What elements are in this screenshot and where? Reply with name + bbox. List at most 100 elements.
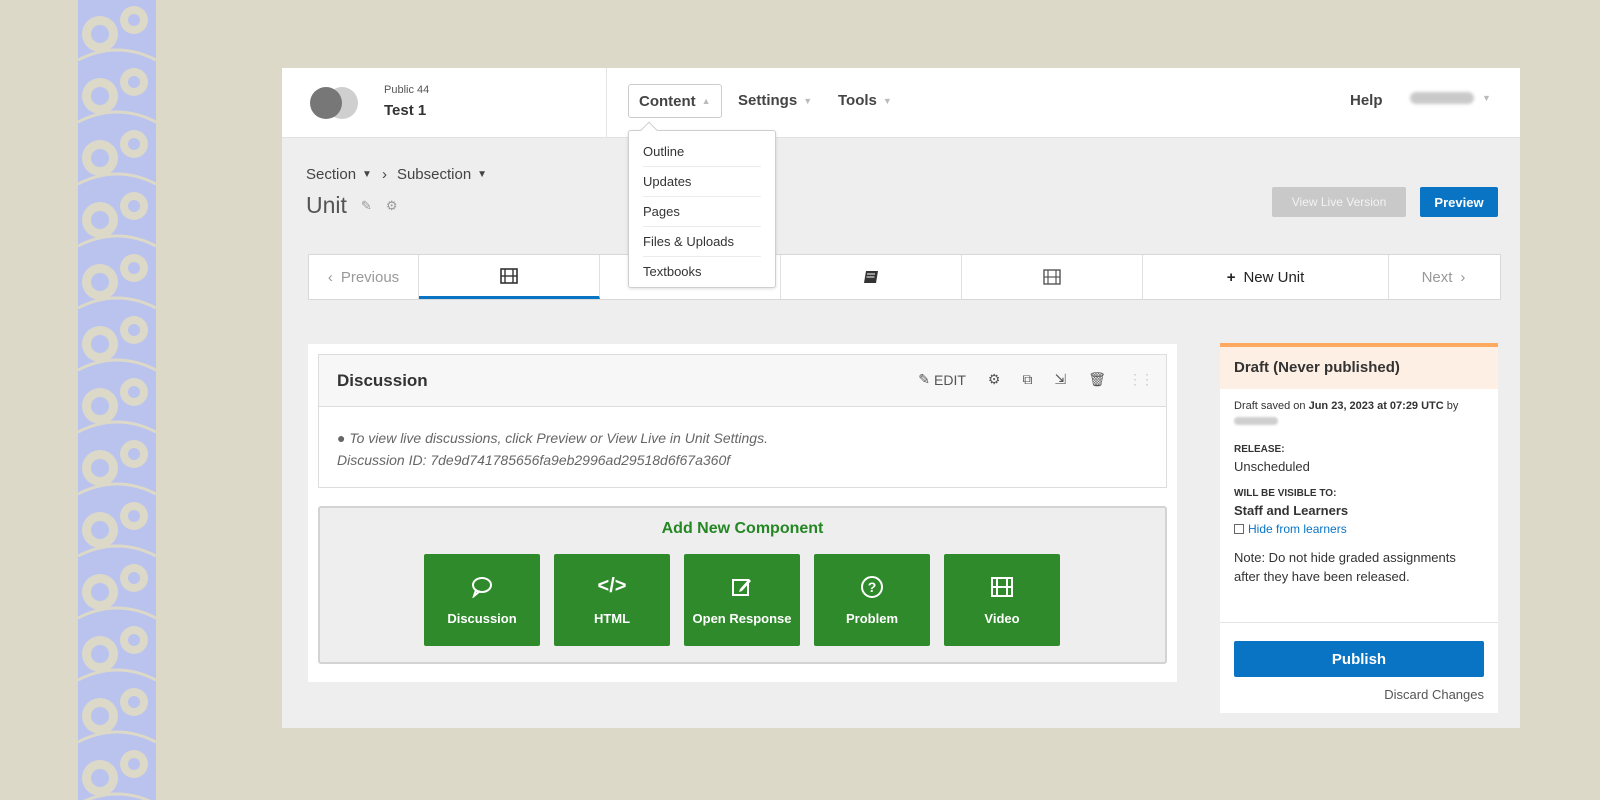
unit-sequence-nav: ‹ Previous + New Unit Next › [308, 254, 1501, 300]
publish-status-title: Draft (Never published) [1220, 347, 1498, 389]
sidebar-divider [1220, 622, 1498, 623]
speech-bubble-icon [471, 575, 493, 599]
gear-icon[interactable]: ⚙ [988, 371, 1001, 388]
course-org: Public 44 [384, 84, 430, 96]
breadcrumb-separator-icon: › [381, 166, 387, 183]
book-icon [864, 271, 878, 283]
view-live-button[interactable]: View Live Version [1272, 187, 1406, 217]
hide-from-learners-label: Hide from learners [1248, 522, 1347, 536]
pencil-icon[interactable]: ✎ [361, 198, 372, 214]
breadcrumb-section[interactable]: Section ▼ [306, 166, 372, 183]
page-title: Unit ✎ ⚙ [306, 192, 397, 219]
component-header: Discussion ✎ EDIT ⚙ ⧉ ⇲ 🗑 ⋮⋮ [319, 355, 1166, 407]
nav-tools-label: Tools [838, 92, 877, 109]
nav-content-label: Content [639, 92, 696, 110]
checkbox-icon [1234, 524, 1244, 534]
publish-status-sidebar: Draft (Never published) Draft saved on J… [1220, 343, 1498, 713]
nav-tools-menu[interactable]: Tools ▼ [838, 92, 892, 109]
add-html-label: HTML [593, 610, 631, 626]
component-body: ● To view live discussions, click Previe… [319, 407, 1166, 491]
top-header: Public 44 Test 1 Content ▲ Settings ▼ To… [282, 68, 1520, 288]
unit-content-panel: Discussion ✎ EDIT ⚙ ⧉ ⇲ 🗑 ⋮⋮ ● To view l… [308, 344, 1177, 682]
add-video-label: Video [984, 610, 1020, 626]
chevron-left-icon: ‹ [327, 268, 333, 286]
previous-label: Previous [340, 268, 400, 286]
comment-icon: ● [337, 430, 346, 446]
add-open-response-label: Open Response [692, 610, 792, 626]
chevron-down-icon: ▼ [1482, 93, 1491, 103]
nav-settings-label: Settings [738, 92, 798, 109]
sequence-tab-book[interactable] [781, 255, 962, 299]
discussion-component: Discussion ✎ EDIT ⚙ ⧉ ⇲ 🗑 ⋮⋮ ● To view l… [318, 354, 1167, 488]
nav-help-link[interactable]: Help [1350, 92, 1383, 109]
logo[interactable] [310, 85, 362, 121]
publish-status-body: Draft saved on Jun 23, 2023 at 07:29 UTC… [1220, 389, 1498, 596]
studio-frame: Public 44 Test 1 Content ▲ Settings ▼ To… [282, 68, 1520, 728]
username-blurred [1410, 92, 1474, 104]
nav-content-menu[interactable]: Content ▲ [628, 84, 722, 118]
discussion-hint: To view live discussions, click Preview … [349, 430, 768, 446]
preview-button[interactable]: Preview [1420, 187, 1498, 217]
edit-icon [731, 575, 753, 599]
component-actions: ✎ EDIT ⚙ ⧉ ⇲ 🗑 ⋮⋮ [918, 371, 1154, 388]
menu-item-textbooks[interactable]: Textbooks [643, 257, 761, 287]
add-component-title: Add New Component [661, 520, 824, 537]
nav-settings-menu[interactable]: Settings ▼ [738, 92, 812, 109]
unit-title-text: Unit [306, 192, 347, 218]
discard-changes-link[interactable]: Discard Changes [1384, 687, 1484, 702]
author-blurred [1234, 417, 1278, 425]
release-label: RELEASE: [1234, 444, 1285, 455]
new-unit-label: New Unit [1243, 268, 1305, 286]
decorative-pattern [78, 0, 156, 800]
sequence-tab-video-2[interactable] [962, 255, 1143, 299]
previous-button[interactable]: ‹ Previous [309, 255, 419, 299]
publish-button[interactable]: Publish [1234, 641, 1484, 677]
film-icon [991, 575, 1013, 599]
draft-saved-date: Jun 23, 2023 at 07:29 UTC [1308, 400, 1444, 412]
add-discussion-button[interactable]: Discussion [424, 554, 540, 646]
add-open-response-button[interactable]: Open Response [684, 554, 800, 646]
menu-item-outline[interactable]: Outline [643, 137, 761, 167]
code-icon: </> [597, 575, 627, 597]
add-component-panel: Add New Component Discussion </> HTML Op… [318, 506, 1167, 664]
chevron-down-icon: ▼ [803, 95, 813, 106]
pencil-icon: ✎ [918, 371, 931, 387]
menu-item-files-uploads[interactable]: Files & Uploads [643, 227, 761, 257]
gear-icon[interactable]: ⚙ [386, 198, 398, 214]
user-menu[interactable]: ▼ [1410, 92, 1491, 104]
chevron-down-icon: ▼ [882, 95, 892, 106]
discussion-id: Discussion ID: 7de9d741785656fa9eb2996ad… [337, 452, 731, 468]
visible-label: WILL BE VISIBLE TO: [1234, 488, 1337, 499]
drag-handle[interactable]: ⋮⋮ [1128, 371, 1154, 388]
add-problem-button[interactable]: ? Problem [814, 554, 930, 646]
add-problem-label: Problem [845, 610, 898, 626]
edit-button[interactable]: ✎ EDIT [918, 371, 966, 388]
breadcrumb: Section ▼ › Subsection ▼ [306, 166, 487, 183]
menu-item-pages[interactable]: Pages [643, 197, 761, 227]
video-icon [1043, 269, 1061, 285]
course-title[interactable]: Test 1 [384, 102, 426, 119]
sequence-tab-video[interactable] [419, 255, 600, 299]
release-value: Unscheduled [1234, 459, 1310, 474]
component-title: Discussion [337, 371, 428, 390]
hide-note: Note: Do not hide graded assignments aft… [1234, 550, 1456, 584]
trash-icon[interactable]: 🗑 [1088, 371, 1106, 388]
next-button[interactable]: Next › [1389, 255, 1498, 299]
chevron-right-icon: › [1460, 268, 1466, 286]
plus-icon: + [1226, 268, 1236, 286]
next-label: Next [1421, 268, 1453, 286]
add-video-button[interactable]: Video [944, 554, 1060, 646]
svg-text:?: ? [868, 579, 877, 595]
question-icon: ? [860, 575, 884, 599]
breadcrumb-subsection-label: Subsection [396, 166, 472, 183]
hide-from-learners-checkbox[interactable]: Hide from learners [1234, 522, 1484, 536]
new-unit-button[interactable]: + New Unit [1143, 255, 1389, 299]
caret-down-icon: ▼ [477, 169, 488, 180]
duplicate-icon[interactable]: ⧉ [1022, 371, 1032, 388]
breadcrumb-subsection[interactable]: Subsection ▼ [397, 166, 487, 183]
move-icon[interactable]: ⇲ [1054, 371, 1066, 388]
chevron-up-icon: ▲ [701, 96, 711, 106]
add-html-button[interactable]: </> HTML [554, 554, 670, 646]
visible-value: Staff and Learners [1234, 503, 1349, 518]
menu-item-updates[interactable]: Updates [643, 167, 761, 197]
